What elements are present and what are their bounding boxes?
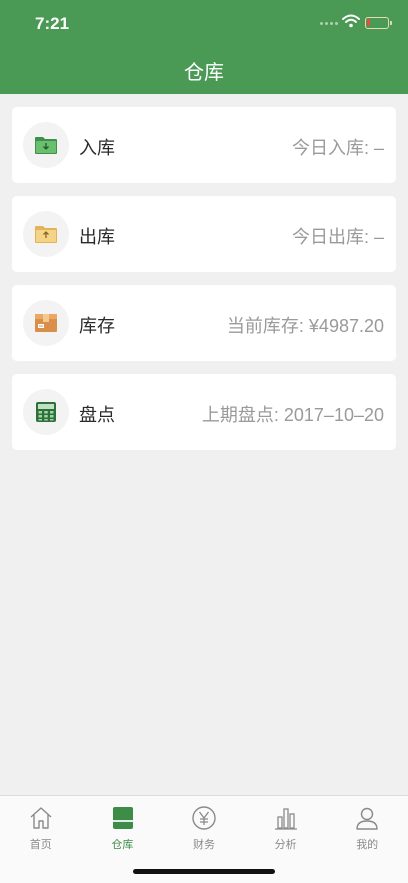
tab-home[interactable]: 首页 <box>0 796 82 856</box>
menu-item-label: 库存 <box>79 316 115 336</box>
battery-icon <box>365 17 392 29</box>
tab-label: 分析 <box>274 839 297 851</box>
warehouse-icon <box>112 807 133 829</box>
user-icon <box>356 807 379 830</box>
home-indicator <box>133 869 275 874</box>
menu-item-inventory[interactable]: 库存 当前库存: ¥4987.20 <box>12 285 396 361</box>
header-bar: 7:21 仓库 <box>0 0 408 94</box>
menu-item-stock-in[interactable]: 入库 今日入库: – <box>12 107 396 183</box>
package-box-icon <box>23 300 69 346</box>
tab-profile[interactable]: 我的 <box>326 796 408 856</box>
tab-label: 首页 <box>29 839 52 851</box>
folder-download-icon <box>23 122 69 168</box>
tab-warehouse[interactable]: 仓库 <box>82 796 164 856</box>
menu-item-label: 出库 <box>79 227 115 247</box>
menu-item-info: 当前库存: ¥4987.20 <box>226 316 384 336</box>
status-bar: 7:21 <box>0 0 408 44</box>
page-title: 仓库 <box>184 62 224 84</box>
cellular-signal-icon <box>320 22 338 25</box>
tab-label: 财务 <box>192 839 215 851</box>
tab-label: 我的 <box>356 839 379 851</box>
home-icon <box>30 807 52 829</box>
status-time: 7:21 <box>35 14 70 33</box>
folder-upload-icon <box>23 211 69 257</box>
menu-item-label: 盘点 <box>79 405 115 425</box>
tab-finance[interactable]: 财务 <box>163 796 245 856</box>
menu-item-label: 入库 <box>79 138 115 158</box>
tab-label: 仓库 <box>111 839 134 851</box>
yen-icon <box>192 806 216 830</box>
menu-item-info: 今日入库: – <box>291 138 384 158</box>
tab-analysis[interactable]: 分析 <box>245 796 327 856</box>
menu-item-info: 上期盘点: 2017–10–20 <box>201 405 384 425</box>
calculator-icon <box>23 389 69 435</box>
menu-item-stock-check[interactable]: 盘点 上期盘点: 2017–10–20 <box>12 374 396 450</box>
bar-chart-icon <box>274 808 297 830</box>
menu-item-info: 今日出库: – <box>291 227 384 247</box>
menu-item-stock-out[interactable]: 出库 今日出库: – <box>12 196 396 272</box>
wifi-icon <box>342 14 360 28</box>
